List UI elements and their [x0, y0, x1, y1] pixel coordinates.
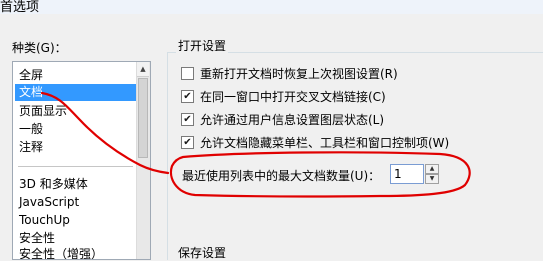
categories-label: 种类(G)： — [12, 41, 67, 55]
category-3d-multimedia[interactable]: 3D 和多媒体 — [15, 176, 136, 193]
option-restore-view-label: 重新打开文档时恢复上次视图设置(R) — [200, 67, 398, 81]
checkbox-restore-view[interactable] — [181, 67, 194, 80]
checkmark-icon: ✔ — [183, 137, 192, 148]
category-security-enhanced[interactable]: 安全性（增强） — [15, 246, 136, 259]
category-page-display[interactable]: 页面显示 — [15, 103, 136, 120]
categories-listbox[interactable]: 全屏 文档 页面显示 一般 注释 3D 和多媒体 JavaScript Touc… — [12, 61, 151, 260]
max-docs-input[interactable]: 1 — [390, 164, 424, 184]
spin-down-icon[interactable]: ▼ — [425, 174, 439, 184]
option-restore-view[interactable]: 重新打开文档时恢复上次视图设置(R) — [181, 66, 398, 82]
option-same-window-label: 在同一窗口中打开交叉文档链接(C) — [200, 90, 386, 104]
category-fullscreen[interactable]: 全屏 — [15, 67, 136, 84]
max-docs-label: 最近使用列表中的最大文档数量(U)： — [182, 169, 381, 183]
list-divider — [18, 166, 133, 167]
window-title: 首选项 — [0, 0, 40, 15]
category-javascript[interactable]: JavaScript — [15, 194, 136, 211]
scroll-up-arrow-icon[interactable]: ▲ — [137, 62, 149, 77]
option-same-window[interactable]: ✔ 在同一窗口中打开交叉文档链接(C) — [181, 89, 386, 105]
checkbox-hide-menubar[interactable]: ✔ — [181, 136, 194, 149]
category-security[interactable]: 安全性 — [15, 230, 136, 247]
window-titlebar: 首选项 — [0, 0, 543, 15]
checkbox-layer-state[interactable]: ✔ — [181, 113, 194, 126]
checkmark-icon: ✔ — [183, 91, 192, 102]
category-general[interactable]: 一般 — [15, 121, 136, 138]
checkmark-icon: ✔ — [183, 114, 192, 125]
category-documents[interactable]: 文档 — [15, 84, 136, 101]
open-settings-title: 打开设置 — [176, 37, 229, 54]
scroll-thumb[interactable] — [138, 78, 148, 158]
option-layer-state[interactable]: ✔ 允许通过用户信息设置图层状态(L) — [181, 112, 384, 128]
save-settings-title: 保存设置 — [176, 244, 229, 261]
open-settings-group-border-left — [167, 52, 168, 260]
option-hide-menubar-label: 允许文档隐藏菜单栏、工具栏和窗口控制项(W) — [200, 136, 450, 150]
option-layer-state-label: 允许通过用户信息设置图层状态(L) — [200, 113, 385, 127]
list-scrollbar[interactable]: ▲ — [136, 62, 150, 259]
checkbox-same-window[interactable]: ✔ — [181, 90, 194, 103]
option-hide-menubar[interactable]: ✔ 允许文档隐藏菜单栏、工具栏和窗口控制项(W) — [181, 135, 449, 151]
category-comments[interactable]: 注释 — [15, 139, 136, 156]
category-touchup[interactable]: TouchUp — [15, 212, 136, 229]
spin-up-icon[interactable]: ▲ — [425, 164, 439, 174]
